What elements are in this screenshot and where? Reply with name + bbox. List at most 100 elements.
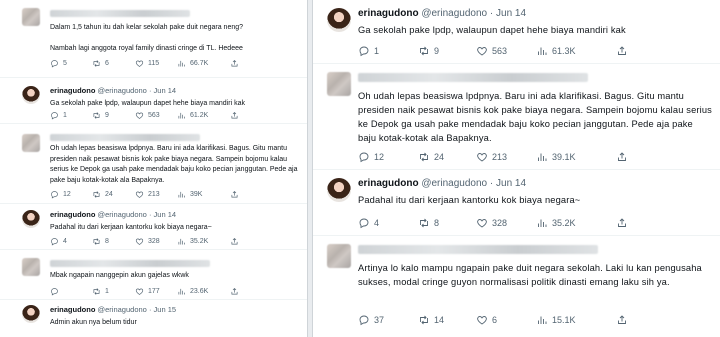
tweet[interactable]: Oh udah lepas beasiswa lpdpnya. Baru ini… (313, 64, 720, 170)
reply-button[interactable]: 4 (50, 237, 92, 246)
heart-icon (135, 237, 144, 246)
share-button[interactable] (616, 217, 656, 229)
reply-button[interactable]: 1 (358, 45, 418, 57)
tweet-text-line: Dalam 1,5 tahun itu dah kelar sekolah pa… (50, 24, 244, 31)
tweet-date[interactable]: Jun 14 (496, 8, 526, 19)
retweet-button[interactable]: 8 (92, 237, 135, 246)
display-name[interactable]: erinagudono (50, 305, 95, 314)
views-button[interactable]: 35.2K (177, 237, 230, 246)
like-count: 213 (492, 152, 508, 162)
reply-count: 1 (63, 112, 67, 119)
share-button[interactable] (230, 190, 260, 199)
retweet-button[interactable]: 14 (418, 314, 476, 326)
retweet-icon (92, 237, 101, 246)
share-button[interactable] (616, 151, 656, 163)
views-button[interactable]: 39K (177, 190, 230, 199)
blurred-avatar[interactable] (22, 8, 40, 26)
retweet-button[interactable]: 1 (92, 287, 135, 296)
avatar[interactable] (327, 8, 351, 32)
like-button[interactable]: 213 (135, 190, 177, 199)
tweet[interactable]: Dalam 1,5 tahun itu dah kelar sekolah pa… (0, 0, 307, 78)
tweet-date[interactable]: Jun 14 (154, 86, 177, 95)
blurred-avatar[interactable] (22, 134, 40, 152)
views-button[interactable]: 61.2K (177, 111, 230, 120)
like-button[interactable]: 328 (476, 217, 536, 229)
retweet-button[interactable]: 24 (92, 190, 135, 199)
display-name[interactable]: erinagudono (358, 8, 419, 19)
share-button[interactable] (230, 237, 260, 246)
like-button[interactable]: 177 (135, 287, 177, 296)
avatar[interactable] (22, 305, 40, 323)
tweet[interactable]: Oh udah lepas beasiswa lpdpnya. Baru ini… (0, 124, 307, 204)
views-button[interactable]: 15.1K (536, 314, 616, 326)
like-button[interactable]: 213 (476, 151, 536, 163)
tweet[interactable]: erinagudono @erinagudono · Jun 14 Ga sek… (313, 0, 720, 64)
tweet-actions: 5 6 115 66.7K (50, 59, 290, 68)
tweet[interactable]: erinagudono @erinagudono · Jun 14 Padaha… (0, 204, 307, 250)
display-name[interactable]: erinagudono (50, 86, 95, 95)
reply-icon (358, 314, 370, 326)
like-button[interactable]: 563 (476, 45, 536, 57)
display-name[interactable]: erinagudono (358, 178, 419, 189)
views-button[interactable]: 35.2K (536, 217, 616, 229)
retweet-button[interactable]: 8 (418, 217, 476, 229)
like-button[interactable]: 6 (476, 314, 536, 326)
tweet[interactable]: Mbak ngapain nanggepin akun gajelas wkwk… (0, 250, 307, 300)
username[interactable]: @erinagudono (98, 210, 147, 219)
view-count: 15.1K (552, 315, 576, 325)
avatar[interactable] (22, 210, 40, 228)
share-button[interactable] (230, 59, 260, 68)
reply-button[interactable]: 5 (50, 59, 92, 68)
retweet-count: 6 (105, 60, 109, 67)
avatar[interactable] (327, 178, 351, 202)
reply-button[interactable]: 37 (358, 314, 418, 326)
username[interactable]: @erinagudono (98, 86, 147, 95)
like-button[interactable]: 563 (135, 111, 177, 120)
views-button[interactable]: 23.6K (177, 287, 230, 296)
views-button[interactable]: 39.1K (536, 151, 616, 163)
tweet[interactable]: erinagudono @erinagudono · Jun 14 Padaha… (313, 170, 720, 236)
views-button[interactable]: 66.7K (177, 59, 230, 68)
username[interactable]: @erinagudono (421, 8, 487, 19)
share-button[interactable] (616, 314, 656, 326)
blurred-avatar[interactable] (22, 258, 40, 276)
tweet[interactable]: erinagudono @erinagudono · Jun 15 Admin … (0, 300, 307, 337)
reply-button[interactable]: 12 (50, 190, 92, 199)
tweet-actions: 1 177 23.6K (50, 287, 290, 296)
reply-icon (358, 151, 370, 163)
like-button[interactable]: 328 (135, 237, 177, 246)
views-button[interactable]: 61.3K (536, 45, 616, 57)
reply-count: 5 (63, 60, 67, 67)
tweet-text: Oh udah lepas beasiswa lpdpnya. Baru ini… (50, 145, 298, 184)
username[interactable]: @erinagudono (421, 178, 487, 189)
bar-chart-icon (536, 151, 548, 163)
tweet-date[interactable]: Jun 14 (154, 210, 177, 219)
username[interactable]: @erinagudono (98, 305, 147, 314)
reply-button[interactable]: 1 (50, 111, 92, 120)
retweet-button[interactable]: 24 (418, 151, 476, 163)
share-button[interactable] (616, 45, 656, 57)
like-count: 6 (492, 315, 498, 325)
bar-chart-icon (177, 190, 186, 199)
share-button[interactable] (230, 111, 260, 120)
display-name[interactable]: erinagudono (50, 210, 95, 219)
like-count: 213 (148, 191, 160, 198)
avatar[interactable] (22, 86, 40, 104)
tweet-date[interactable]: Jun 14 (496, 178, 526, 189)
blurred-avatar[interactable] (327, 244, 351, 268)
tweet[interactable]: erinagudono @erinagudono · Jun 14 Ga sek… (0, 78, 307, 124)
reply-button[interactable]: 4 (358, 217, 418, 229)
retweet-button[interactable]: 9 (418, 45, 476, 57)
share-button[interactable] (230, 287, 260, 296)
retweet-button[interactable]: 9 (92, 111, 135, 120)
retweet-icon (92, 287, 101, 296)
blurred-avatar[interactable] (327, 72, 351, 96)
retweet-count: 24 (434, 152, 445, 162)
tweet-date[interactable]: Jun 15 (154, 305, 177, 314)
bar-chart-icon (536, 217, 548, 229)
reply-button[interactable]: 12 (358, 151, 418, 163)
reply-button[interactable] (50, 287, 92, 296)
retweet-button[interactable]: 6 (92, 59, 135, 68)
like-button[interactable]: 115 (135, 59, 177, 68)
tweet[interactable]: Artinya lo kalo mampu ngapain pake duit … (313, 236, 720, 337)
